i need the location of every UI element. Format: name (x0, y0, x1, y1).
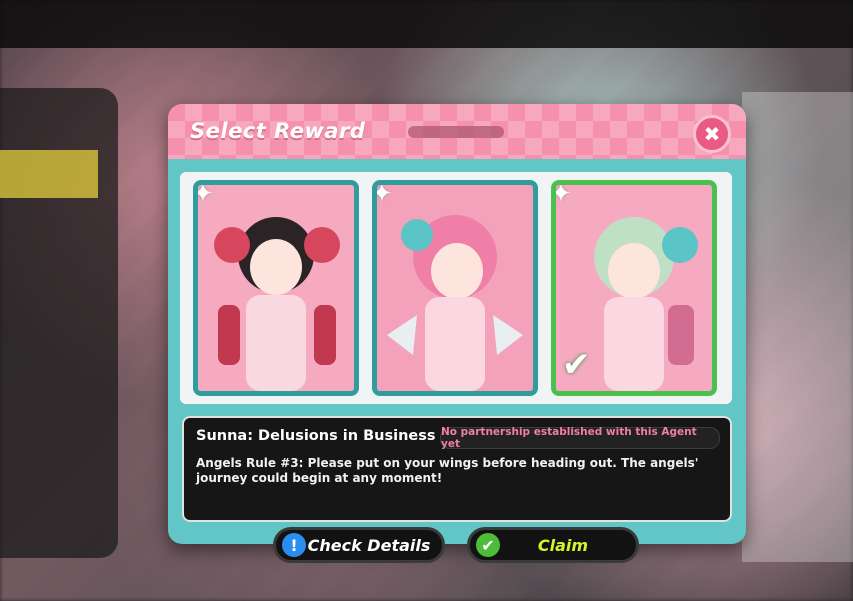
agent-portrait-2 (377, 185, 533, 391)
claim-label: Claim (537, 535, 589, 555)
selected-check-icon: ✔ (562, 345, 591, 385)
reward-description-text: Angels Rule #3: Please put on your wings… (196, 456, 699, 485)
reward-cards-area: ✦ ✦ ✦ ✔ (180, 172, 732, 404)
close-button[interactable]: ✖ (693, 115, 731, 153)
top-bar (0, 0, 853, 48)
left-panel-highlight (0, 150, 98, 198)
sparkle-icon: ✦ (193, 180, 214, 209)
check-details-label: Check Details (307, 535, 431, 555)
checkmark-icon: ✔ (476, 533, 500, 557)
sparkle-icon: ✦ (372, 180, 393, 209)
reward-description-box: Sunna: Delusions in Business No partners… (182, 416, 732, 522)
partnership-status-badge: No partnership established with this Age… (440, 426, 720, 450)
right-side-panel (742, 92, 853, 562)
reward-card-3[interactable]: ✦ ✔ (551, 180, 717, 396)
reward-card-1[interactable]: ✦ (193, 180, 359, 396)
info-icon: ! (282, 533, 306, 557)
reward-card-2[interactable]: ✦ (372, 180, 538, 396)
claim-button[interactable]: ✔ Claim (467, 527, 639, 563)
modal-title: Select Reward (190, 119, 366, 143)
select-reward-modal: Select Reward ✖ ✦ ✦ ✦ ✔ Sunna: Delusions… (168, 104, 746, 544)
check-details-button[interactable]: ! Check Details (273, 527, 445, 563)
agent-portrait-1 (198, 185, 354, 391)
close-icon: ✖ (703, 122, 721, 146)
header-handle (408, 126, 504, 138)
reward-title: Sunna: Delusions in Business (196, 428, 436, 444)
sparkle-icon: ✦ (551, 180, 572, 209)
modal-header: Select Reward ✖ (168, 104, 746, 159)
